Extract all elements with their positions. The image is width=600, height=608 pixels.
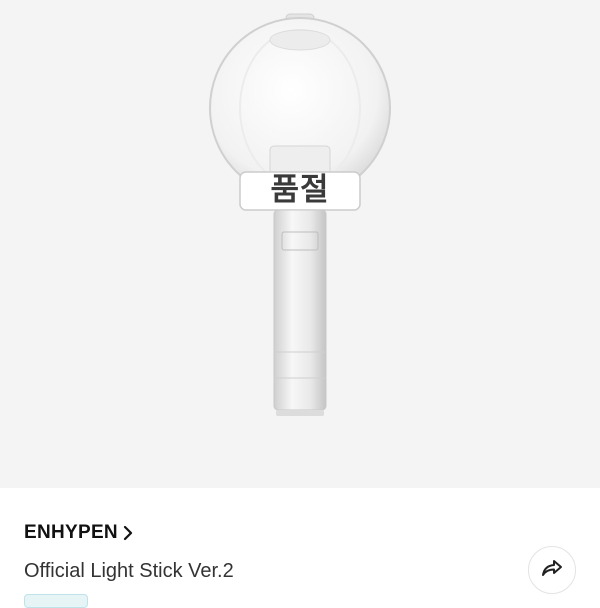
brand-link[interactable]: ENHYPEN (24, 522, 134, 544)
brand-name: ENHYPEN (24, 522, 118, 543)
status-badge (24, 594, 88, 608)
light-stick-illustration (209, 13, 391, 416)
share-button[interactable] (528, 546, 576, 594)
chevron-right-icon (122, 525, 134, 541)
share-icon (540, 556, 564, 585)
sold-out-label: 품절 (270, 172, 330, 208)
product-image: 품절 (0, 0, 600, 488)
product-info-panel (0, 488, 600, 600)
product-title: Official Light Stick Ver.2 (24, 560, 234, 582)
